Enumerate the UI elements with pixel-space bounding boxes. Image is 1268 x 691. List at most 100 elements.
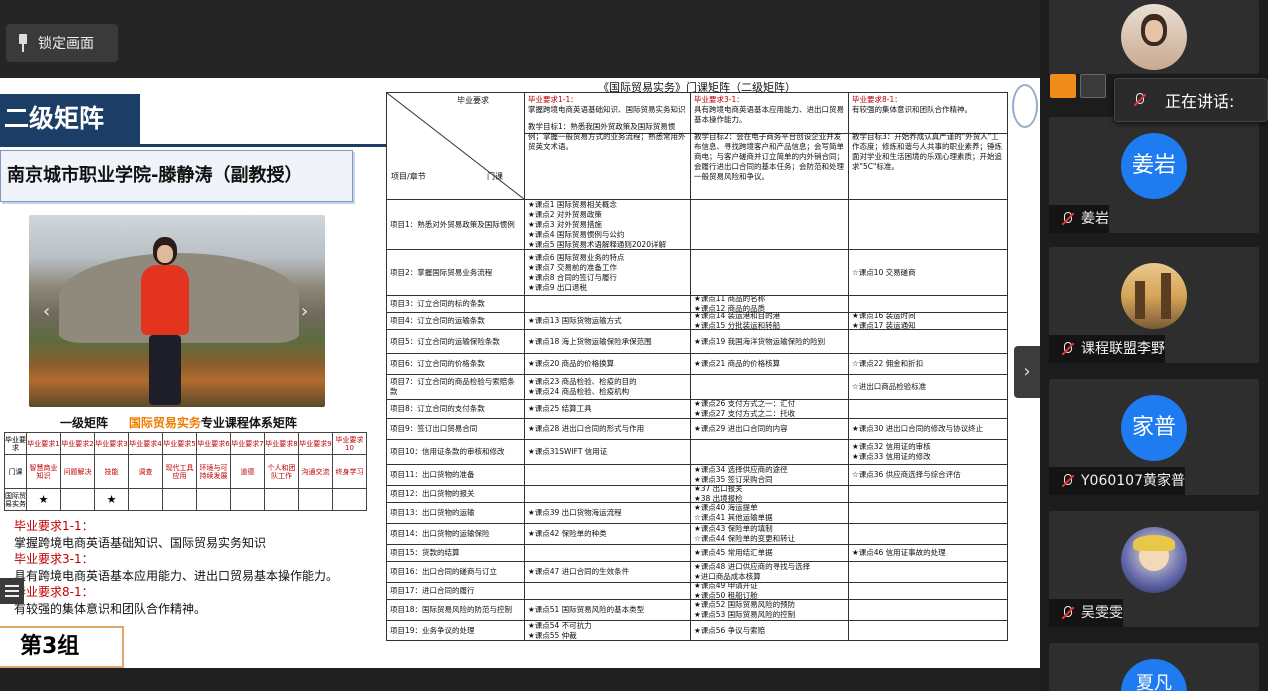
presenter-info: 南京城市职业学院-滕静涛（副教授） [0, 150, 353, 202]
participant-name: Y060107黄家普 [1081, 473, 1185, 489]
lesson-cell: ★课点32 信用证的审核 ★课点33 信用证的修改 [848, 440, 1009, 464]
matrix-mark [60, 488, 95, 511]
project-cell: 项目13：出口货物的运输 [390, 508, 475, 517]
lesson-cell [848, 296, 1009, 312]
project-cell: 项目5：订立合同的运输保险条款 [390, 336, 500, 346]
matrix-row: 项目12：出口货物的报关 ★37 出口报关 ★38 出境报检 [386, 486, 1008, 503]
matrix-row: 项目14：出口货物的运输保险 ★课点42 保险单的种类 ★课点43 保险单的填制 ☆… [386, 524, 1008, 545]
avatar: 家普 [1121, 395, 1187, 461]
lesson-cell: ★课点43 保险单的填制 ☆课点44 保险单的变更和转让 [690, 524, 848, 544]
lesson-cell: ★课点25 结算工具 [524, 400, 690, 418]
project-cell: 项目17：进口合同的履行 [390, 586, 475, 595]
req-text-2: 具有跨境电商英语基本应用能力、进出口贸易基本操作能力。 [14, 568, 339, 583]
user-icon[interactable] [1050, 74, 1076, 98]
mic-muted-icon [1059, 473, 1075, 489]
speaking-indicator: 正在讲话: [1114, 78, 1268, 122]
lesson-cell [690, 200, 848, 249]
matrix-row: 项目2：掌握国际贸易业务流程 ★课点6 国际贸易业务的特点 ★课点7 交易前的准备… [386, 250, 1008, 296]
presenter-photo: ‹ › [29, 215, 325, 407]
participant-tile-3[interactable]: 家普 Y060107黄家普 [1049, 379, 1259, 495]
matrix-subheader: 智慧商业知识 [26, 454, 61, 489]
matrix-subheader: 道德 [230, 454, 265, 489]
title-underline [0, 144, 386, 147]
req-text-3: 有较强的集体意识和团队合作精神。 [14, 601, 207, 616]
project-cell: 项目1：熟悉对外贸易政策及国际惯例 [390, 219, 515, 229]
mic-muted-icon [1059, 211, 1075, 227]
lesson-cell [848, 503, 1009, 523]
req-heading-1: 毕业要求1-1： [14, 519, 94, 533]
diag-left-label: 项目/章节 [391, 172, 426, 181]
corner-bottom: 门课 [4, 454, 27, 489]
school-logo-icon [1012, 84, 1038, 128]
lesson-cell [848, 200, 1009, 249]
share-icon[interactable] [1080, 74, 1106, 98]
lesson-cell: ★课点31SWIFT 信用证 [524, 440, 690, 464]
participant-tile-5[interactable]: 夏凡 [1049, 643, 1259, 691]
lesson-cell: ★课点40 海运提单 ☆课点41 其他运输单据 [690, 503, 848, 523]
self-video-tile[interactable] [1049, 0, 1259, 74]
lesson-cell [848, 524, 1009, 544]
participant-tile-2[interactable]: 课程联盟李野 [1049, 247, 1259, 363]
matrix-header: 毕业要求7 [230, 432, 265, 455]
matrix-subheader: 环境与可持续发展 [196, 454, 231, 489]
matrix-row: 项目17：进口合同的履行 ★课点49 申请开证 ★课点50 租船订舱 [386, 583, 1008, 600]
presentation-slide: 二级矩阵 南京城市职业学院-滕静涛（副教授） ‹ › 一级矩阵 国际贸易实务专业… [0, 78, 1040, 668]
participant-tile-4[interactable]: 吴雯雯 [1049, 511, 1259, 627]
lesson-cell: ★课点13 国际货物运输方式 [524, 313, 690, 329]
participant-name-bar: Y060107黄家普 [1049, 467, 1185, 495]
project-cell: 项目4：订立合同的运输条款 [390, 316, 485, 325]
matrix-mark [332, 488, 367, 511]
bottom-strip [0, 668, 1040, 691]
caption-suffix: 专业课程体系矩阵 [200, 416, 297, 430]
matrix-subheader: 现代工具应用 [162, 454, 197, 489]
lock-screen-button[interactable]: 锁定画面 [6, 24, 118, 62]
menu-icon[interactable] [0, 578, 24, 604]
chevron-right-icon[interactable]: › [1014, 346, 1040, 398]
participant-tile-1[interactable]: 姜岩 姜岩 [1049, 117, 1259, 233]
avatar [1121, 263, 1187, 329]
matrix-header: 毕业要求1 [26, 432, 61, 455]
lesson-cell [848, 330, 1009, 353]
project-cell: 项目9：签订出口贸易合同 [390, 424, 478, 433]
project-cell: 项目2：掌握国际贸易业务流程 [390, 267, 493, 277]
diagonal-header-lines [387, 93, 524, 199]
document-header: 毕业要求 项目/章节 门课 毕业要求1-1： 掌握跨境电商英语基础知识、国际贸易… [386, 92, 1008, 200]
avatar [1121, 4, 1187, 70]
matrix-header: 毕业要求8 [264, 432, 299, 455]
participant-name-bar: 课程联盟李野 [1049, 335, 1165, 363]
lesson-cell: ★课点47 进口合同的生效条件 [524, 562, 690, 582]
req-col-3: 毕业要求8-1： 有较强的集体意识和团队合作精神。 教学目标3：开始养成认真严谨… [848, 93, 1009, 199]
matrix-header: 毕业要求3 [94, 432, 129, 455]
matrix-caption: 一级矩阵 国际贸易实务专业课程体系矩阵 [60, 414, 297, 431]
lesson-cell: ☆进出口商品检验标准 [848, 375, 1009, 399]
lesson-cell [524, 583, 690, 599]
participant-name-bar: 吴雯雯 [1049, 599, 1123, 627]
project-cell: 项目6：订立合同的价格条款 [390, 359, 485, 368]
matrix-row: 项目11：出口货物的准备 ★课点34 选择供应商的途径 ★课点35 签订采购合同 ☆… [386, 465, 1008, 486]
matrix-header: 毕业要求2 [60, 432, 95, 455]
lesson-cell: ★课点45 常用结汇单据 [690, 545, 848, 561]
lesson-cell [848, 486, 1009, 502]
project-cell: 项目12：出口货物的报关 [390, 489, 475, 498]
lesson-cell: ★课点29 进出口合同的内容 [690, 419, 848, 439]
matrix-mark [298, 488, 333, 511]
pin-icon [16, 34, 30, 52]
matrix-subheader: 沟通交流 [298, 454, 333, 489]
corner-top: 毕业要求 [4, 432, 27, 455]
matrix-row: 项目18：国际贸易风险的防范与控制 ★课点51 国际贸易风险的基本类型 ★课点52 … [386, 600, 1008, 621]
shared-screen: 锁定画面 二级矩阵 南京城市职业学院-滕静涛（副教授） ‹ › 一级矩阵 国际贸… [0, 0, 1040, 691]
matrix-mark: ★ [94, 488, 129, 511]
matrix-row: 项目7：订立合同的商品检验与索赔条款 ★课点23 商品检验、检疫的目的 ★课点24… [386, 375, 1008, 400]
participant-name-bar: 姜岩 [1049, 205, 1109, 233]
matrix-mark [196, 488, 231, 511]
lesson-cell [524, 486, 690, 502]
project-cell: 项目14：出口货物的运输保险 [390, 529, 490, 538]
matrix-subheader: 调查 [128, 454, 163, 489]
lesson-cell: ☆课点10 交易磋商 [848, 250, 1009, 295]
matrix-row: 项目1：熟悉对外贸易政策及国际惯例 ★课点1 国际贸易相关概念 ★课点2 对外贸易… [386, 200, 1008, 250]
matrix-row: 项目9：签订出口贸易合同 ★课点28 进出口合同的形式与作用 ★课点29 进出口合同… [386, 419, 1008, 440]
lesson-cell: ☆课点36 供应商选择与综合评估 [848, 465, 1009, 485]
project-cell: 项目8：订立合同的支付条款 [390, 404, 485, 413]
mic-muted-icon [1059, 341, 1075, 357]
lesson-cell [690, 250, 848, 295]
